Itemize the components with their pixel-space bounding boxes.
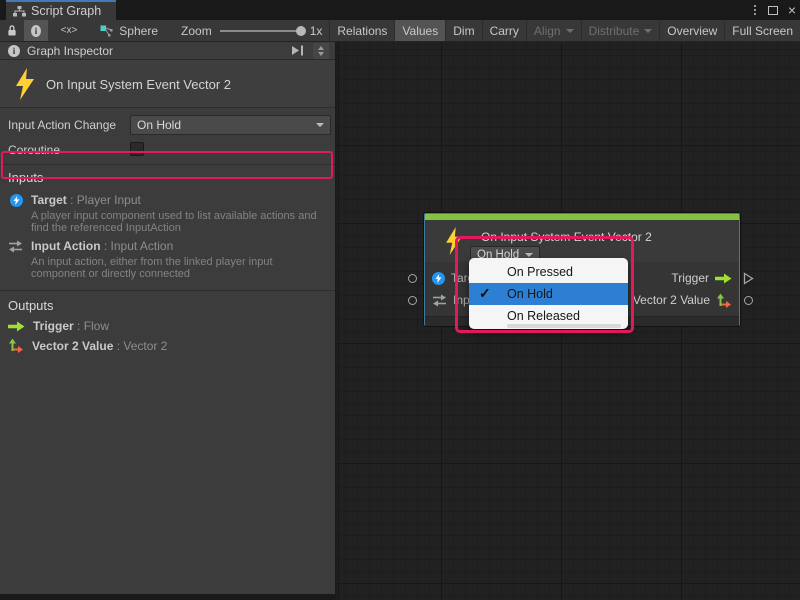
output-item-vector2: Vector 2 Value : Vector 2 — [8, 338, 167, 353]
input-action-port-connector[interactable] — [408, 296, 417, 305]
close-icon[interactable]: × — [788, 3, 796, 17]
menu-scroll-hint — [507, 324, 621, 328]
checkmark-icon: ✓ — [479, 285, 491, 302]
chevron-up-icon — [318, 46, 324, 50]
chevron-down-icon — [525, 253, 533, 257]
menu-item-on-pressed[interactable]: On Pressed — [469, 261, 628, 283]
lock-icon — [7, 24, 17, 37]
inspector-toggle-button[interactable]: i — [24, 20, 48, 41]
target-port-connector[interactable] — [408, 274, 417, 283]
fullscreen-button[interactable]: Full Screen — [724, 20, 800, 41]
coroutine-row: Coroutine — [0, 140, 335, 160]
tab-bar: Script Graph × — [0, 0, 800, 20]
input-item-target-desc: A player input component used to list av… — [31, 210, 323, 234]
action-dropdown-menu: On Pressed ✓ On Hold On Released — [469, 258, 628, 329]
zoom-label: Zoom — [181, 24, 212, 38]
graph-inspector-panel: i Graph Inspector On Input System Event … — [0, 42, 335, 597]
window-menu-icon[interactable] — [752, 3, 758, 17]
event-title: On Input System Event Vector 2 — [46, 77, 231, 92]
menu-item-on-hold[interactable]: ✓ On Hold — [469, 283, 628, 305]
input-action-change-dropdown[interactable]: On Hold — [130, 115, 331, 135]
chevron-down-icon — [644, 29, 652, 33]
input-action-change-row: Input Action Change On Hold — [0, 109, 335, 139]
zoom-value: 1x — [310, 24, 323, 38]
event-header-block: On Input System Event Vector 2 — [0, 60, 335, 108]
trigger-output-port[interactable]: Trigger — [671, 271, 732, 285]
tab-script-graph[interactable]: Script Graph — [6, 0, 116, 20]
graph-owner-label: Sphere — [119, 24, 158, 38]
toolbar-button-group: Relations Values Dim Carry Align Distrib… — [329, 20, 800, 41]
code-view-button[interactable]: <x> — [57, 20, 81, 41]
output-item-trigger: Trigger : Flow — [8, 319, 109, 333]
lock-button[interactable] — [0, 20, 24, 41]
inspector-title: Graph Inspector — [27, 44, 113, 58]
script-machine-icon — [100, 25, 113, 37]
lightning-bolt-icon — [444, 227, 464, 255]
graph-owner-button[interactable]: Sphere — [93, 20, 165, 41]
graph-hierarchy-icon — [13, 6, 26, 17]
trigger-port-connector[interactable] — [743, 272, 754, 285]
carry-button[interactable]: Carry — [482, 20, 526, 41]
zoom-slider[interactable] — [220, 30, 302, 32]
coroutine-checkbox[interactable] — [130, 142, 144, 156]
coroutine-label: Coroutine — [8, 143, 60, 157]
window-controls: × — [752, 0, 796, 20]
zoom-slider-knob[interactable] — [296, 26, 306, 36]
unity-script-graph-window: Script Graph × i <x> — [0, 0, 800, 600]
graph-toolbar: i <x> Sphere Zoom 1x Relations — [0, 20, 800, 42]
input-item-target: Target : Player Input — [10, 193, 141, 207]
tab-title: Script Graph — [31, 4, 101, 18]
input-action-icon — [432, 294, 447, 307]
values-button[interactable]: Values — [394, 20, 445, 41]
chevron-down-icon — [316, 123, 324, 127]
zoom-control: Zoom 1x — [174, 20, 329, 41]
relations-button[interactable]: Relations — [329, 20, 394, 41]
vector2-icon — [716, 293, 732, 308]
player-input-icon — [432, 272, 445, 285]
vector2-port-connector[interactable] — [744, 296, 753, 305]
inputs-heading: Inputs — [8, 170, 43, 185]
info-icon: i — [8, 45, 20, 57]
maximize-icon[interactable] — [768, 6, 778, 15]
lightning-bolt-icon — [14, 68, 36, 100]
align-dropdown-button[interactable]: Align — [526, 20, 581, 41]
inspector-header: i Graph Inspector — [0, 42, 335, 60]
overview-button[interactable]: Overview — [659, 20, 724, 41]
flow-arrow-icon — [715, 273, 732, 284]
input-item-input-action-desc: An input action, either from the linked … — [31, 256, 323, 280]
player-input-icon — [10, 194, 23, 207]
input-action-change-label: Input Action Change — [8, 118, 116, 132]
carousel-stepper[interactable] — [313, 43, 329, 59]
input-item-input-action: Input Action : Input Action — [8, 239, 173, 253]
node-header: On Input System Event Vector 2 On Hold — [425, 220, 739, 262]
chevron-down-icon — [566, 29, 574, 33]
vector2-output-port[interactable]: Vector 2 Value — [633, 293, 732, 308]
vector2-icon — [8, 338, 24, 353]
node-title: On Input System Event Vector 2 — [481, 230, 652, 244]
code-icon: <x> — [61, 25, 78, 36]
chevron-down-icon — [318, 52, 324, 56]
info-icon: i — [31, 25, 41, 37]
outputs-heading: Outputs — [8, 298, 54, 313]
input-action-icon — [8, 240, 23, 253]
dock-panel-icon[interactable] — [291, 45, 305, 59]
flow-arrow-icon — [8, 321, 25, 332]
dim-button[interactable]: Dim — [445, 20, 481, 41]
distribute-dropdown-button[interactable]: Distribute — [581, 20, 660, 41]
